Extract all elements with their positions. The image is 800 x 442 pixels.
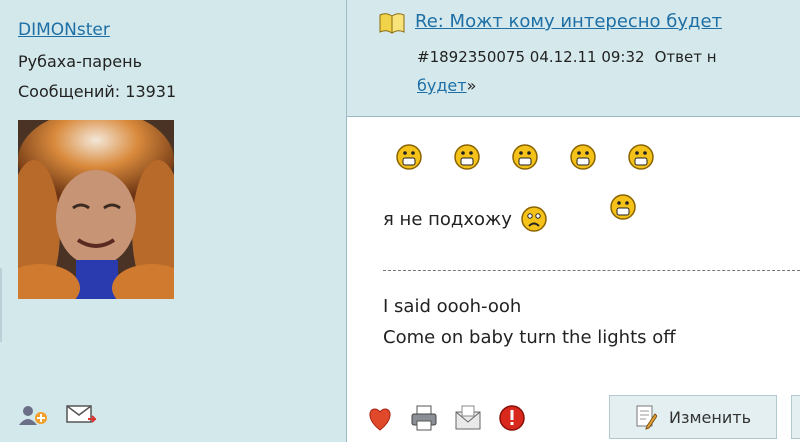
post-body: я не подхожу I said oooh-ooh Come on bab… bbox=[347, 117, 800, 442]
reply-suffix: » bbox=[466, 76, 477, 95]
grin-smiley-icon bbox=[570, 144, 596, 170]
grin-smiley-icon bbox=[396, 144, 422, 170]
reply-label: Ответ н bbox=[654, 48, 717, 66]
author-rank: Рубаха-парень bbox=[18, 52, 142, 71]
author-panel: DIMONster Рубаха-парень Сообщений: 13931 bbox=[0, 0, 346, 442]
signature-line: I said oooh-ooh bbox=[383, 296, 522, 317]
panel-edge bbox=[0, 268, 2, 342]
sad-smiley-icon bbox=[521, 206, 547, 232]
author-message-count: Сообщений: 13931 bbox=[18, 82, 177, 101]
reply-target: будет» bbox=[417, 76, 476, 95]
post-meta: #1892350075 04.12.11 09:32 Ответ н bbox=[417, 48, 717, 66]
add-friend-icon[interactable] bbox=[18, 404, 48, 426]
signature-line: Come on baby turn the lights off bbox=[383, 327, 676, 348]
heart-icon[interactable] bbox=[365, 403, 395, 433]
mail-icon[interactable] bbox=[453, 403, 483, 433]
post-header: Re: Можт кому интересно будет #189235007… bbox=[347, 0, 800, 117]
signature-separator bbox=[383, 270, 800, 271]
grin-smiley-icon bbox=[454, 144, 480, 170]
send-message-icon[interactable] bbox=[66, 404, 96, 426]
book-icon bbox=[379, 13, 405, 34]
smiley-row bbox=[395, 143, 655, 171]
printer-icon[interactable] bbox=[409, 403, 439, 433]
signature: I said oooh-ooh Come on baby turn the li… bbox=[383, 291, 676, 353]
grin-smiley-icon bbox=[512, 144, 538, 170]
next-action-button[interactable] bbox=[791, 395, 800, 439]
message-text: я не подхожу bbox=[383, 208, 512, 230]
reply-target-link[interactable]: будет bbox=[417, 76, 467, 95]
author-username-link[interactable]: DIMONster bbox=[18, 20, 110, 40]
edit-button-label: Изменить bbox=[669, 407, 751, 427]
post-actions bbox=[365, 403, 527, 433]
grin-smiley-icon bbox=[610, 194, 636, 220]
post-id-date: #1892350075 04.12.11 09:32 bbox=[417, 48, 645, 66]
edit-icon bbox=[636, 405, 657, 430]
post-title-link[interactable]: Re: Можт кому интересно будет bbox=[415, 11, 722, 32]
author-actions bbox=[18, 404, 96, 426]
edit-button[interactable]: Изменить bbox=[609, 395, 777, 439]
message-line: я не подхожу bbox=[383, 205, 548, 233]
avatar bbox=[18, 120, 174, 299]
grin-smiley-icon bbox=[628, 144, 654, 170]
warning-icon[interactable] bbox=[497, 403, 527, 433]
